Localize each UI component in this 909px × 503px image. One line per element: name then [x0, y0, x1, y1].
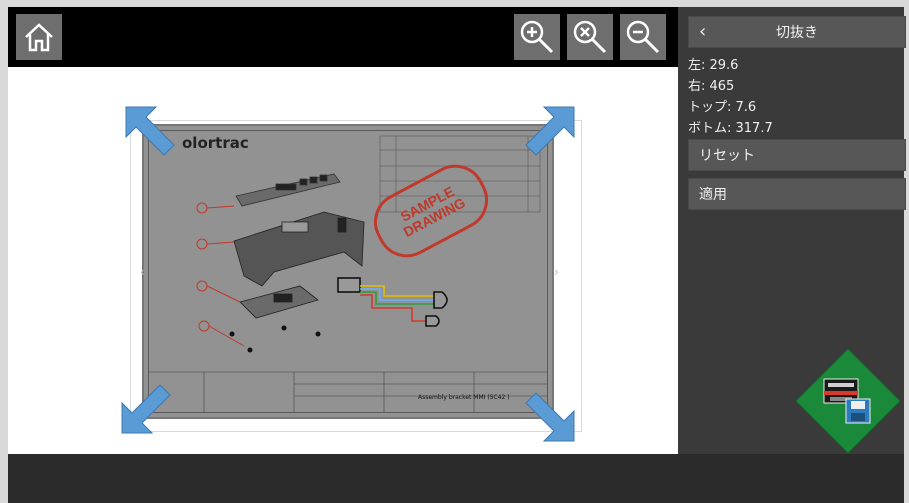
reset-button[interactable]: リセット: [688, 139, 906, 171]
zoom-out-icon: [626, 20, 660, 54]
save-to-printer-button[interactable]: [794, 347, 902, 455]
frame-left: [0, 0, 8, 503]
drawing-title: Assembly bracket MMI (SC42 ): [418, 394, 510, 401]
crop-panel-title: 切抜き: [776, 25, 818, 41]
frame-right: [904, 0, 909, 503]
apply-button[interactable]: 適用: [688, 178, 906, 210]
crop-handle-top-right-icon[interactable]: [518, 105, 576, 163]
document-preview: olortrac Assembly bracket MMI (SC42) SA…: [142, 124, 554, 419]
bottom-bar: [8, 454, 904, 503]
zoom-in-icon: [520, 20, 554, 54]
chevron-left-icon: ‹: [699, 21, 707, 42]
crop-handle-bottom-right-icon[interactable]: [518, 385, 576, 443]
crop-right-value: 右: 465: [688, 79, 735, 94]
apply-button-label: 適用: [699, 187, 727, 203]
crop-values: 左: 29.6 右: 465 トップ: 7.6 ボトム: 317.7: [688, 55, 773, 139]
home-icon: [25, 23, 53, 52]
crop-panel-header-button[interactable]: ‹ 切抜き: [688, 16, 906, 48]
left-edge-handle-icon[interactable]: ‹: [140, 265, 145, 279]
image-canvas[interactable]: olortrac Assembly bracket MMI (SC42) SA…: [8, 67, 678, 454]
zoom-reset-icon: [573, 20, 607, 54]
crop-bottom-value: ボトム: 317.7: [688, 121, 773, 136]
right-edge-handle-icon[interactable]: ›: [554, 265, 559, 279]
crop-handle-bottom-left-icon[interactable]: [120, 377, 178, 435]
home-button[interactable]: [16, 14, 62, 60]
crop-panel: ‹ 切抜き 左: 29.6 右: 465 トップ: 7.6 ボトム: 317.7…: [678, 7, 906, 455]
image-toolbar: [8, 7, 678, 67]
crop-handle-top-left-icon[interactable]: [124, 105, 182, 163]
crop-top-value: トップ: 7.6: [688, 100, 757, 115]
zoom-in-button[interactable]: [514, 14, 560, 60]
reset-button-label: リセット: [699, 148, 755, 164]
drawing-illustration: [148, 135, 548, 413]
zoom-reset-button[interactable]: [567, 14, 613, 60]
zoom-out-button[interactable]: [620, 14, 666, 60]
frame-top: [0, 0, 909, 7]
crop-left-value: 左: 29.6: [688, 58, 739, 73]
